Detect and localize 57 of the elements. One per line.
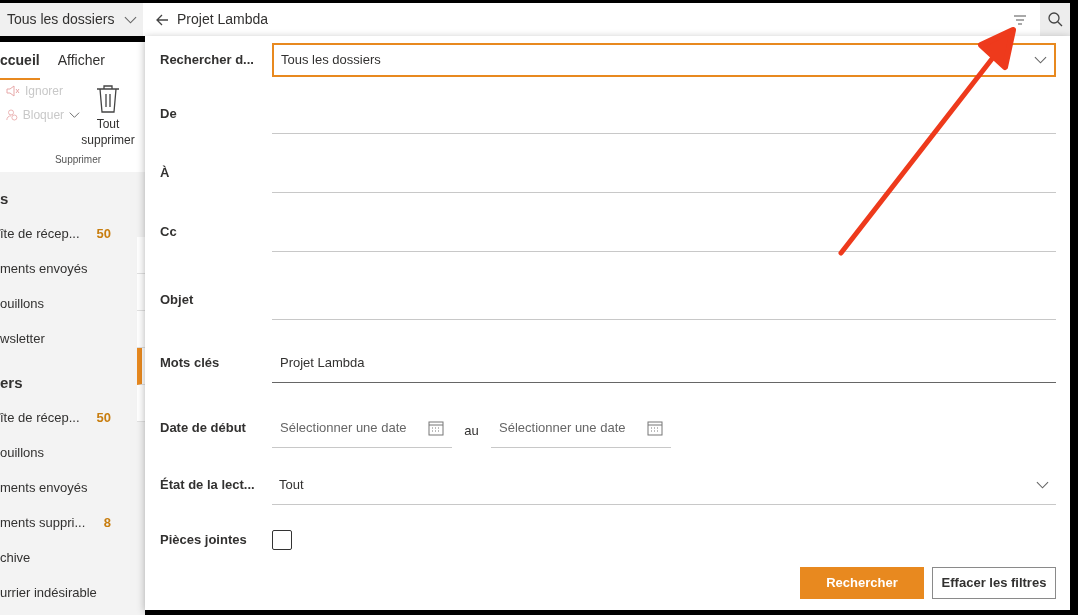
field-label: Date de début [160,419,247,438]
message-row[interactable] [137,274,145,311]
message-row[interactable] [137,311,145,348]
folder-item[interactable]: îte de récep... 50 [0,216,137,251]
folder-item[interactable]: ments envoyés [0,470,137,505]
calendar-icon [428,419,444,436]
folder-item[interactable]: ouillons [0,286,137,321]
message-row[interactable] [137,237,145,274]
ribbon-tab[interactable]: Afficher [57,42,105,80]
search-text: Projet Lambda [177,10,269,29]
search-field[interactable]: Projet Lambda [143,3,1070,36]
text-field[interactable]: Projet Lambda [272,343,1056,383]
folder-item[interactable]: urrier indésirable [0,575,137,610]
field-label: De [160,105,178,124]
chevron-down-icon [124,15,138,24]
field-label: Objet [160,291,195,310]
search-icon [1047,12,1063,27]
message-row[interactable] [137,385,145,422]
unread-count: 8 [103,513,111,532]
field-label: Pièces jointes [160,531,248,550]
dropdown-field[interactable]: Tous les dossiers [272,43,1056,77]
checkbox[interactable] [272,530,292,550]
chevron-down-icon [1036,480,1049,489]
folder-item[interactable]: îte de récep... 50 [0,400,137,435]
folder-item[interactable]: ments suppri... 8 [0,505,137,540]
chevron-down-icon [69,111,80,119]
dropdown-field[interactable]: Tout [272,465,1056,505]
folder-item[interactable]: chive [0,540,137,575]
trash-icon [95,84,121,114]
date-separator: au [463,422,480,441]
field-label: Rechercher d... [160,51,255,70]
date-field[interactable]: Sélectionner une date [491,408,671,448]
chevron-down-icon [1034,56,1047,64]
ribbon-tab[interactable]: ccueil [0,42,40,80]
group-label: Supprimer [53,153,103,167]
back-arrow-icon[interactable] [155,12,169,27]
unread-count: 50 [96,408,111,427]
folder-item[interactable]: ouillons [0,435,137,470]
field-label: État de la lect... [160,476,256,495]
folder-dropdown[interactable]: Tous les dossiers [0,3,143,36]
field-label: Cc [160,223,178,242]
folder-item[interactable]: ments envoyés [0,251,137,286]
folder-item[interactable]: wsletter [0,321,137,356]
blocked-person-icon [6,108,18,122]
delete-all-button[interactable]: Tout supprimer [80,84,136,148]
section-heading[interactable]: ers [0,366,137,400]
search-button[interactable] [1040,3,1070,36]
unread-count: 50 [96,224,111,243]
muted-speaker-icon [6,84,20,98]
field-label: À [160,164,171,183]
clear-filters-button[interactable]: Effacer les filtres [932,567,1056,599]
date-field[interactable]: Sélectionner une date [272,408,452,448]
field-label: Mots clés [160,354,221,373]
calendar-icon [647,419,663,436]
section-heading[interactable]: s [0,182,137,216]
filter-icon[interactable] [1014,14,1026,25]
message-row[interactable] [137,348,145,385]
